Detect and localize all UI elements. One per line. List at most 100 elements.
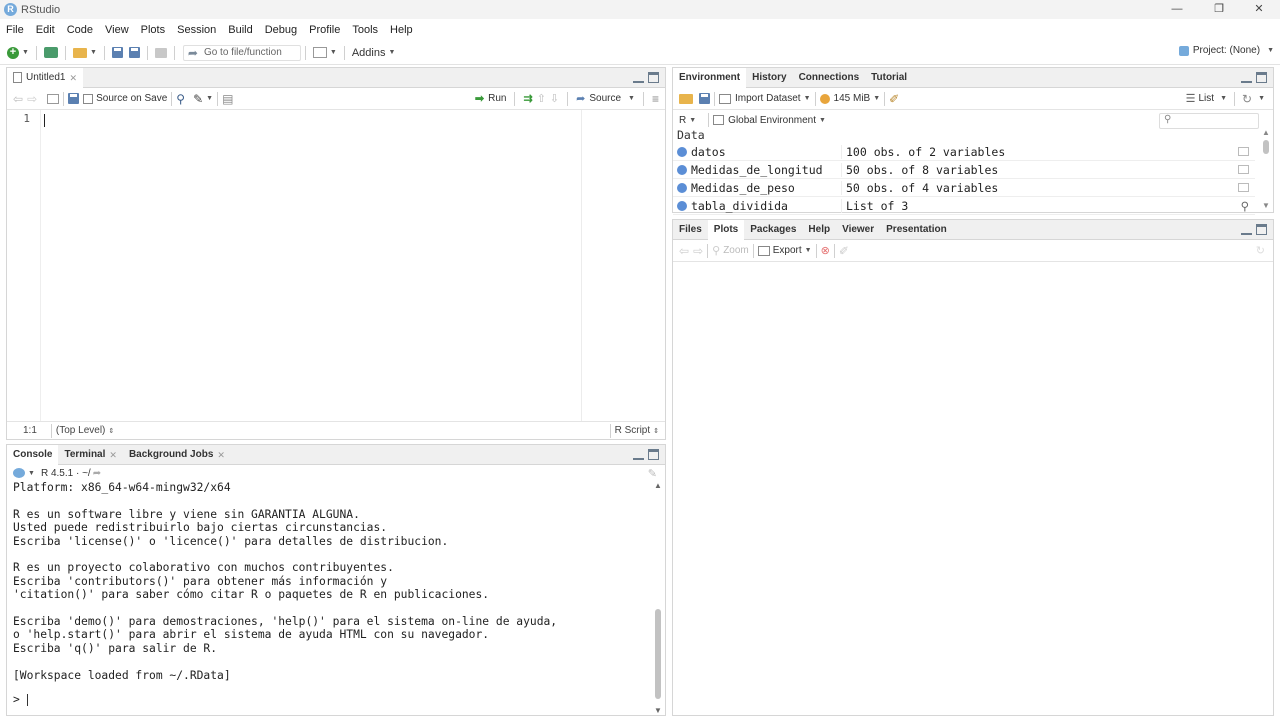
go-to-file-input[interactable]: ➦ Go to file/function	[182, 44, 301, 61]
zoom-button[interactable]: Zoom	[723, 245, 749, 256]
close-terminal-icon[interactable]: ✕	[109, 445, 117, 465]
next-plot-icon[interactable]: ⇨	[693, 244, 703, 258]
code-editor[interactable]: 1	[7, 110, 665, 421]
scroll-thumb[interactable]	[655, 609, 661, 699]
save-icon[interactable]	[68, 93, 80, 104]
rerun-icon[interactable]: ⇉	[523, 92, 532, 105]
file-type-selector[interactable]: R Script	[615, 425, 651, 436]
broom-icon[interactable]: ✐	[839, 244, 849, 258]
source-button[interactable]: Source	[589, 93, 621, 104]
remove-plot-icon[interactable]: ⊗	[821, 244, 830, 257]
go-to-dir-icon[interactable]: ➦	[93, 468, 101, 479]
source-on-save-checkbox[interactable]	[83, 93, 94, 104]
memory-usage-button[interactable]: 145 MiB	[834, 93, 871, 104]
previous-plot-icon[interactable]: ⇦	[679, 244, 689, 258]
language-selector[interactable]: R	[679, 115, 686, 126]
minimize-pane-icon[interactable]	[633, 449, 644, 460]
outline-icon[interactable]: ≡	[652, 92, 659, 106]
tab-console[interactable]: Console	[7, 444, 59, 465]
tab-history[interactable]: History	[746, 68, 792, 88]
menu-tools[interactable]: Tools	[346, 24, 384, 36]
forward-arrow-icon[interactable]: ⇨	[27, 92, 37, 106]
minimize-pane-icon[interactable]	[1241, 72, 1252, 83]
menu-file[interactable]: File	[0, 24, 30, 36]
tab-viewer[interactable]: Viewer	[836, 220, 880, 240]
scroll-thumb[interactable]	[1263, 140, 1269, 154]
new-file-button[interactable]: + ▼	[4, 44, 32, 62]
view-mode-button[interactable]: List	[1199, 93, 1215, 104]
tab-presentation[interactable]: Presentation	[880, 220, 953, 240]
expand-icon[interactable]	[677, 146, 687, 157]
tab-plots[interactable]: Plots	[707, 219, 745, 240]
tab-environment[interactable]: Environment	[673, 67, 747, 88]
menu-session[interactable]: Session	[171, 24, 222, 36]
save-workspace-icon[interactable]	[699, 93, 710, 104]
expand-icon[interactable]	[677, 200, 687, 211]
tab-terminal[interactable]: Terminal ✕	[58, 445, 122, 465]
inspect-icon[interactable]: ⚲	[1241, 199, 1249, 213]
menu-build[interactable]: Build	[222, 24, 258, 36]
menu-plots[interactable]: Plots	[135, 24, 171, 36]
tab-packages[interactable]: Packages	[744, 220, 802, 240]
new-project-button[interactable]	[41, 44, 61, 62]
import-dataset-button[interactable]: Import Dataset	[735, 93, 801, 104]
console-scrollbar[interactable]: ▲ ▼	[653, 481, 663, 715]
tab-connections[interactable]: Connections	[793, 68, 866, 88]
close-tab-icon[interactable]: ✕	[69, 68, 77, 88]
tab-background-jobs[interactable]: Background Jobs ✕	[123, 445, 231, 465]
scroll-down-icon[interactable]: ▼	[1262, 201, 1270, 210]
env-row[interactable]: Medidas_de_longitud 50 obs. of 8 variabl…	[673, 161, 1255, 179]
project-menu[interactable]: Project: (None) ▼	[1178, 45, 1274, 56]
load-workspace-icon[interactable]	[679, 93, 693, 104]
menu-edit[interactable]: Edit	[30, 24, 61, 36]
scroll-down-icon[interactable]: ▼	[654, 706, 662, 715]
compile-report-icon[interactable]: ▤	[222, 92, 233, 106]
workspace-panes-button[interactable]: ▼	[310, 44, 340, 62]
console-prompt[interactable]: >	[13, 693, 28, 706]
scroll-up-icon[interactable]: ▲	[1262, 128, 1270, 137]
env-row[interactable]: datos 100 obs. of 2 variables	[673, 143, 1255, 161]
export-button[interactable]: Export	[773, 245, 802, 256]
clear-console-icon[interactable]: ✎	[648, 467, 657, 480]
refresh-icon[interactable]: ↻	[1242, 92, 1252, 106]
minimize-pane-icon[interactable]	[633, 72, 644, 83]
expand-icon[interactable]	[677, 164, 687, 175]
maximize-pane-icon[interactable]	[1256, 224, 1267, 235]
menu-code[interactable]: Code	[61, 24, 99, 36]
tab-untitled1[interactable]: Untitled1 ✕	[7, 67, 84, 88]
environment-scrollbar[interactable]: ▲ ▼	[1261, 128, 1271, 210]
go-down-icon[interactable]: ⇩	[550, 92, 559, 105]
environment-scope-selector[interactable]: Global Environment	[728, 115, 816, 126]
menu-debug[interactable]: Debug	[259, 24, 303, 36]
maximize-pane-icon[interactable]	[648, 72, 659, 83]
menu-help[interactable]: Help	[384, 24, 419, 36]
tab-files[interactable]: Files	[673, 220, 708, 240]
magic-wand-icon[interactable]: ✎	[193, 92, 203, 106]
tab-tutorial[interactable]: Tutorial	[865, 68, 913, 88]
environment-search-input[interactable]: ⚲	[1159, 113, 1259, 129]
view-data-icon[interactable]	[1238, 183, 1249, 192]
close-jobs-icon[interactable]: ✕	[217, 445, 225, 465]
restore-window-button[interactable]: ❐	[1200, 0, 1238, 19]
run-button[interactable]: Run	[488, 93, 506, 104]
scope-selector[interactable]: (Top Level)	[56, 425, 105, 436]
tab-help[interactable]: Help	[802, 220, 836, 240]
refresh-icon[interactable]: ↻	[1256, 244, 1265, 257]
minimize-window-button[interactable]: —	[1158, 0, 1196, 19]
scroll-up-icon[interactable]: ▲	[654, 481, 662, 490]
save-all-button[interactable]	[126, 44, 143, 62]
close-window-button[interactable]: ✕	[1240, 0, 1278, 19]
maximize-pane-icon[interactable]	[648, 449, 659, 460]
go-up-icon[interactable]: ⇧	[537, 92, 546, 105]
menu-view[interactable]: View	[99, 24, 135, 36]
show-in-window-icon[interactable]	[47, 93, 60, 104]
expand-icon[interactable]	[677, 182, 687, 193]
maximize-pane-icon[interactable]	[1256, 72, 1267, 83]
open-file-button[interactable]: ▼	[70, 44, 100, 62]
console-output[interactable]: Platform: x86_64-w64-mingw32/x64 R es un…	[7, 481, 665, 715]
view-data-icon[interactable]	[1238, 165, 1249, 174]
env-row[interactable]: tabla_dividida List of 3 ⚲	[673, 197, 1255, 215]
menu-profile[interactable]: Profile	[303, 24, 346, 36]
minimize-pane-icon[interactable]	[1241, 224, 1252, 235]
back-arrow-icon[interactable]: ⇦	[13, 92, 23, 106]
